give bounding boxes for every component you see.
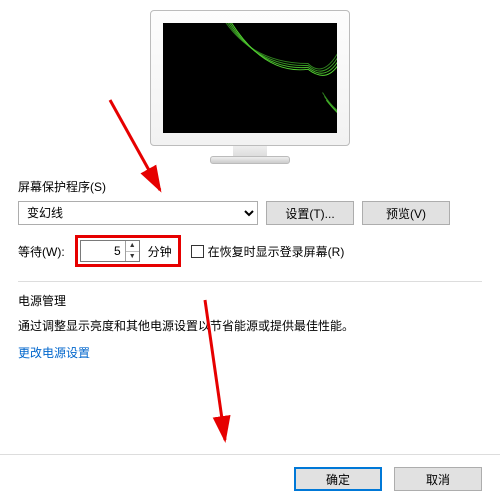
wait-highlight-box: ▲ ▼ 分钟 (75, 235, 181, 267)
resume-login-checkbox[interactable]: 在恢复时显示登录屏幕(R) (191, 243, 345, 260)
resume-login-label: 在恢复时显示登录屏幕(R) (208, 243, 345, 260)
wait-spinner[interactable]: ▲ ▼ (80, 240, 140, 262)
mystify-lines-icon (163, 23, 337, 133)
change-power-settings-link[interactable]: 更改电源设置 (18, 346, 90, 360)
cancel-button[interactable]: 取消 (394, 467, 482, 491)
dialog-footer: 确定 取消 (0, 454, 500, 503)
settings-button[interactable]: 设置(T)... (266, 201, 354, 225)
ok-button[interactable]: 确定 (294, 467, 382, 491)
spinner-up-icon[interactable]: ▲ (126, 241, 139, 252)
wait-unit-label: 分钟 (148, 243, 172, 260)
screensaver-preview (18, 10, 482, 164)
power-management-title: 电源管理 (18, 292, 482, 309)
section-label-screensaver: 屏幕保护程序(S) (18, 178, 482, 195)
wait-minutes-input[interactable] (81, 241, 125, 261)
spinner-down-icon[interactable]: ▼ (126, 252, 139, 262)
preview-button[interactable]: 预览(V) (362, 201, 450, 225)
wait-label: 等待(W): (18, 243, 65, 260)
checkbox-box-icon (191, 245, 204, 258)
separator (18, 281, 482, 282)
screensaver-select[interactable]: 变幻线 (18, 201, 258, 225)
power-management-description: 通过调整显示亮度和其他电源设置以节省能源或提供最佳性能。 (18, 317, 482, 334)
